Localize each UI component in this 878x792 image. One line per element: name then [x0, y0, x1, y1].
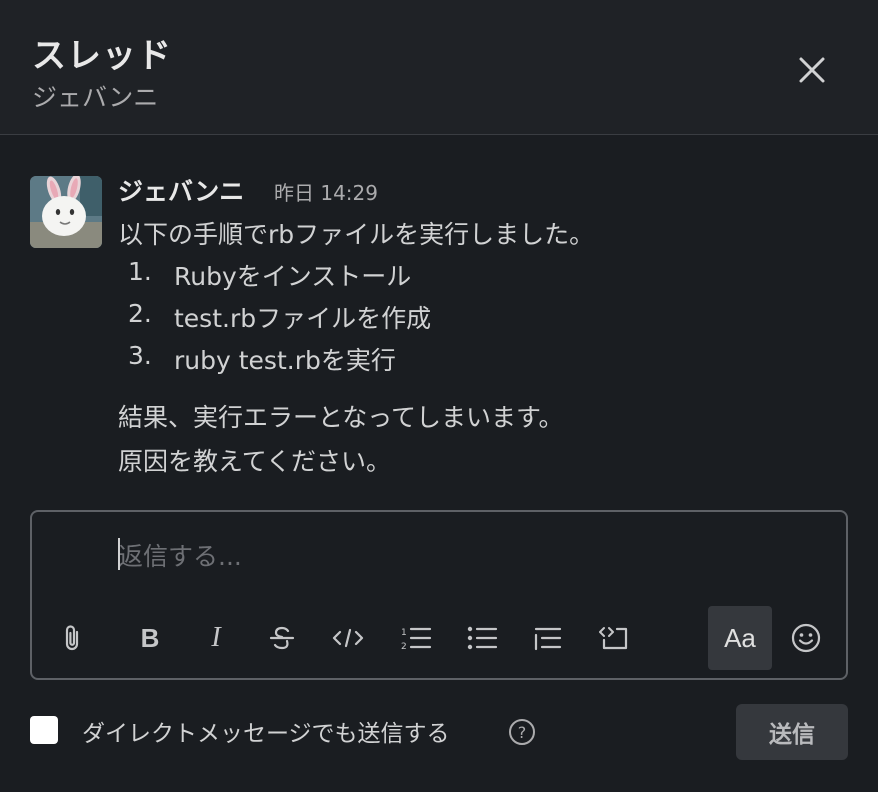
- svg-text:1: 1: [401, 628, 407, 638]
- attach-button[interactable]: [50, 610, 94, 666]
- list-item-number: 3.: [128, 341, 152, 370]
- text-caret: [118, 538, 120, 570]
- message-author[interactable]: ジェバンニ: [118, 172, 244, 208]
- emoji-icon: [791, 623, 821, 653]
- thread-panel: スレッド ジェバンニ ジェバンニ 昨日 14:29 以下の手順でrbファイルを実…: [0, 0, 878, 792]
- blockquote-button[interactable]: [526, 610, 570, 666]
- bold-button[interactable]: B: [128, 610, 172, 666]
- paperclip-icon: [65, 625, 79, 651]
- avatar[interactable]: [30, 176, 102, 248]
- list-item: ruby test.rbを実行: [174, 346, 396, 375]
- message-result-line: 結果、実行エラーとなってしまいます。: [118, 403, 564, 432]
- message-intro: 以下の手順でrbファイルを実行しました。: [118, 220, 595, 249]
- blockquote-icon: [534, 627, 562, 651]
- thread-channel-name: ジェバンニ: [32, 83, 159, 112]
- help-icon[interactable]: ?: [508, 718, 536, 746]
- close-button[interactable]: [790, 48, 834, 92]
- thread-header: スレッド ジェバンニ: [0, 0, 878, 135]
- svg-text:?: ?: [518, 723, 527, 742]
- list-item-number: 2.: [128, 299, 152, 328]
- svg-text:2: 2: [401, 642, 407, 651]
- ordered-list-icon: 1 2: [401, 627, 432, 651]
- bulleted-list-button[interactable]: [460, 610, 504, 666]
- code-icon: [332, 628, 364, 648]
- rabbit-avatar-image: [30, 176, 102, 248]
- send-button[interactable]: 送信: [736, 704, 848, 760]
- bulleted-list-icon: [467, 626, 498, 650]
- list-item: test.rbファイルを作成: [174, 304, 432, 333]
- message-timestamp[interactable]: 昨日 14:29: [274, 177, 378, 206]
- ordered-list-button[interactable]: 1 2: [394, 610, 438, 666]
- italic-icon: I: [211, 622, 221, 653]
- code-button[interactable]: [326, 610, 370, 666]
- reply-composer: B I 1 2: [30, 510, 848, 680]
- list-item: Rubyをインストール: [174, 262, 412, 291]
- code-block-button[interactable]: [592, 610, 636, 666]
- close-icon: [799, 57, 825, 83]
- bold-icon: B: [140, 622, 160, 653]
- emoji-button[interactable]: [784, 610, 828, 666]
- strikethrough-button[interactable]: [260, 610, 304, 666]
- code-block-icon: [599, 627, 628, 650]
- question-mark-icon: ?: [509, 719, 535, 745]
- reply-input[interactable]: [118, 536, 758, 576]
- list-item-number: 1.: [128, 257, 152, 286]
- formatting-toggle-button[interactable]: Aa: [708, 606, 772, 670]
- italic-button[interactable]: I: [194, 610, 238, 666]
- also-send-checkbox[interactable]: [30, 716, 58, 744]
- also-send-label[interactable]: ダイレクトメッセージでも送信する: [82, 714, 450, 748]
- thread-title: スレッド: [32, 36, 172, 76]
- message-question-line: 原因を教えてください。: [118, 447, 392, 476]
- strikethrough-icon: [269, 626, 295, 650]
